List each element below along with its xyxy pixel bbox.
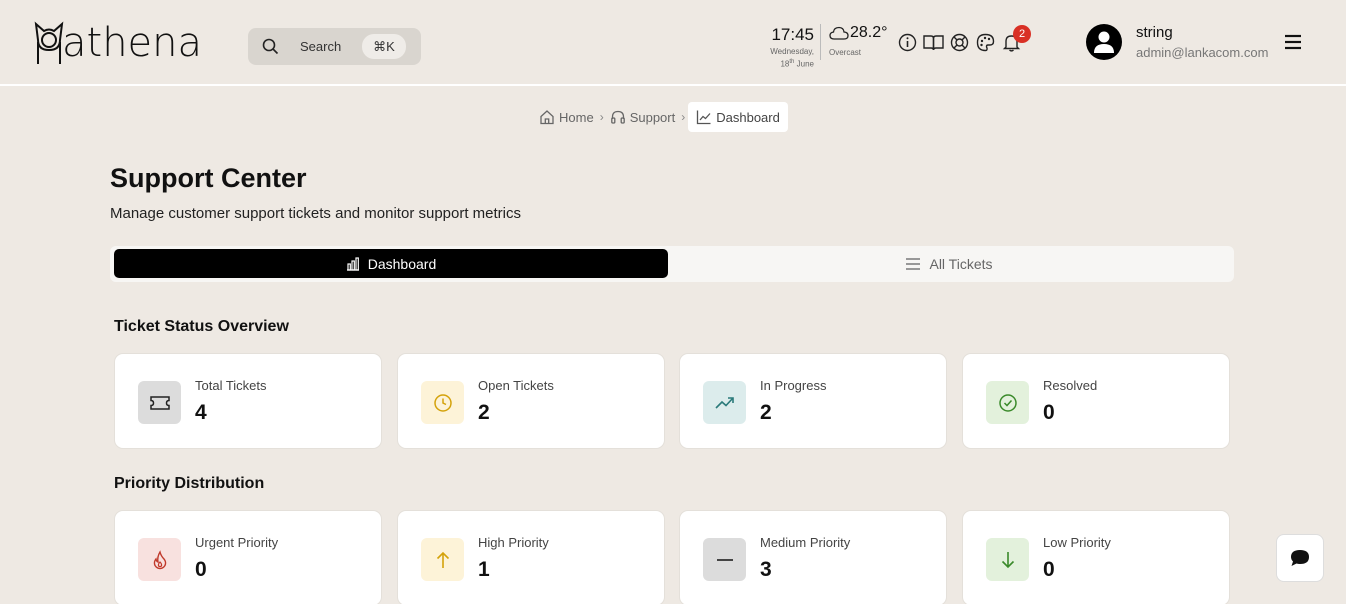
status-section-title: Ticket Status Overview (114, 318, 289, 335)
clock-widget: 17:45 Wednesday, 18th June (762, 25, 814, 70)
chat-button[interactable] (1276, 534, 1324, 582)
tab-dashboard[interactable]: Dashboard (114, 249, 668, 278)
arrow-down-icon (1001, 551, 1014, 568)
chat-bubble-icon (1291, 550, 1309, 566)
stat-value: 2 (760, 401, 772, 424)
priority-label: Medium Priority (760, 535, 851, 550)
lifebuoy-icon (950, 33, 969, 52)
header-divider (820, 24, 821, 60)
priority-label: Urgent Priority (195, 535, 279, 550)
stat-label: Resolved (1043, 378, 1098, 393)
user-avatar-icon (1094, 31, 1114, 53)
stat-card-in-progress: In Progress 2 (679, 353, 947, 449)
flame-icon (153, 549, 166, 569)
arrow-up-icon (436, 551, 449, 568)
list-icon (906, 257, 921, 270)
search-shortcut: ⌘K (362, 34, 406, 59)
priority-section-title: Priority Distribution (114, 475, 265, 492)
header-icons (897, 32, 1022, 53)
notification-badge: 2 (1013, 25, 1031, 43)
priority-icon-box (421, 538, 464, 581)
priority-icon-box (986, 538, 1029, 581)
stat-label: In Progress (760, 378, 827, 393)
user-name: string (1136, 24, 1173, 41)
stat-value: 2 (478, 401, 490, 424)
priority-label: High Priority (478, 535, 549, 550)
top-header: athena Search ⌘K 17:45 Wednesday, 18th J… (0, 0, 1346, 86)
logo-text: athena (62, 20, 203, 66)
stat-icon-box (138, 381, 181, 424)
tab-all-tickets-label: All Tickets (929, 255, 993, 272)
info-icon (898, 33, 917, 52)
home-icon (540, 110, 554, 125)
priority-card-low: Low Priority 0 (962, 510, 1230, 604)
priority-label: Low Priority (1043, 535, 1111, 550)
palette-icon (976, 33, 995, 52)
clock-time: 17:45 (771, 25, 814, 44)
priority-icon-box (703, 538, 746, 581)
breadcrumb-home[interactable]: Home (536, 102, 597, 132)
clock-date-suffix: th (789, 59, 795, 65)
priority-card-urgent: Urgent Priority 0 (114, 510, 382, 604)
search-icon (262, 38, 279, 55)
tab-dashboard-label: Dashboard (367, 255, 437, 272)
stat-card-resolved: Resolved 0 (962, 353, 1230, 449)
breadcrumb-dashboard[interactable]: Dashboard (688, 102, 788, 132)
clock-month: June (796, 59, 814, 69)
breadcrumb-support-label: Support (629, 109, 676, 125)
breadcrumb: Home › Support › Dashboard (536, 102, 788, 132)
book-icon (923, 34, 944, 50)
stat-card-open: Open Tickets 2 (397, 353, 665, 449)
hamburger-icon (1285, 34, 1301, 50)
user-email: admin@lankacom.com (1136, 45, 1269, 60)
search-button[interactable]: Search ⌘K (248, 28, 421, 65)
view-tabs: Dashboard All Tickets (110, 246, 1234, 282)
clock-icon (433, 393, 452, 412)
page-title: Support Center (110, 163, 307, 193)
breadcrumb-home-label: Home (559, 109, 594, 125)
line-chart-icon (697, 110, 711, 125)
priority-card-medium: Medium Priority 3 (679, 510, 947, 604)
docs-button[interactable] (923, 32, 944, 53)
priority-card-high: High Priority 1 (397, 510, 665, 604)
tab-all-tickets[interactable]: All Tickets (668, 249, 1230, 278)
avatar (1086, 24, 1122, 60)
clock-day: Wednesday, (770, 47, 814, 56)
priority-icon-box (138, 538, 181, 581)
minus-icon (716, 558, 733, 561)
trending-up-icon (714, 396, 734, 409)
priority-value: 3 (760, 558, 772, 581)
check-circle-icon (998, 393, 1017, 412)
stat-card-total: Total Tickets 4 (114, 353, 382, 449)
search-label: Search (300, 39, 342, 54)
athena-logo[interactable]: athena (32, 20, 202, 66)
stat-icon-box (986, 381, 1029, 424)
bar-chart-icon (346, 256, 359, 271)
priority-value: 1 (478, 558, 490, 581)
clock-date: Wednesday, 18th June (762, 46, 814, 70)
weather-condition: Overcast (829, 48, 862, 57)
stat-icon-box (703, 381, 746, 424)
weather-temp: 28.2° (850, 24, 888, 41)
page-subtitle: Manage customer support tickets and moni… (110, 205, 522, 222)
ticket-icon (149, 395, 170, 410)
cloud-icon (829, 26, 849, 40)
info-button[interactable] (897, 32, 918, 53)
chevron-right-icon: › (599, 110, 604, 124)
stat-label: Total Tickets (195, 378, 267, 393)
help-button[interactable] (949, 32, 970, 53)
breadcrumb-dashboard-label: Dashboard (716, 109, 780, 125)
priority-value: 0 (1043, 558, 1055, 581)
owl-logo-icon (34, 21, 64, 64)
theme-button[interactable] (975, 32, 996, 53)
main-menu-button[interactable] (1283, 33, 1303, 51)
priority-value: 0 (195, 558, 207, 581)
stat-value: 4 (195, 401, 207, 424)
headset-icon (610, 110, 625, 124)
stat-icon-box (421, 381, 464, 424)
stat-value: 0 (1043, 401, 1055, 424)
chevron-right-icon: › (681, 110, 686, 124)
stat-label: Open Tickets (478, 378, 554, 393)
breadcrumb-support[interactable]: Support (607, 102, 679, 132)
